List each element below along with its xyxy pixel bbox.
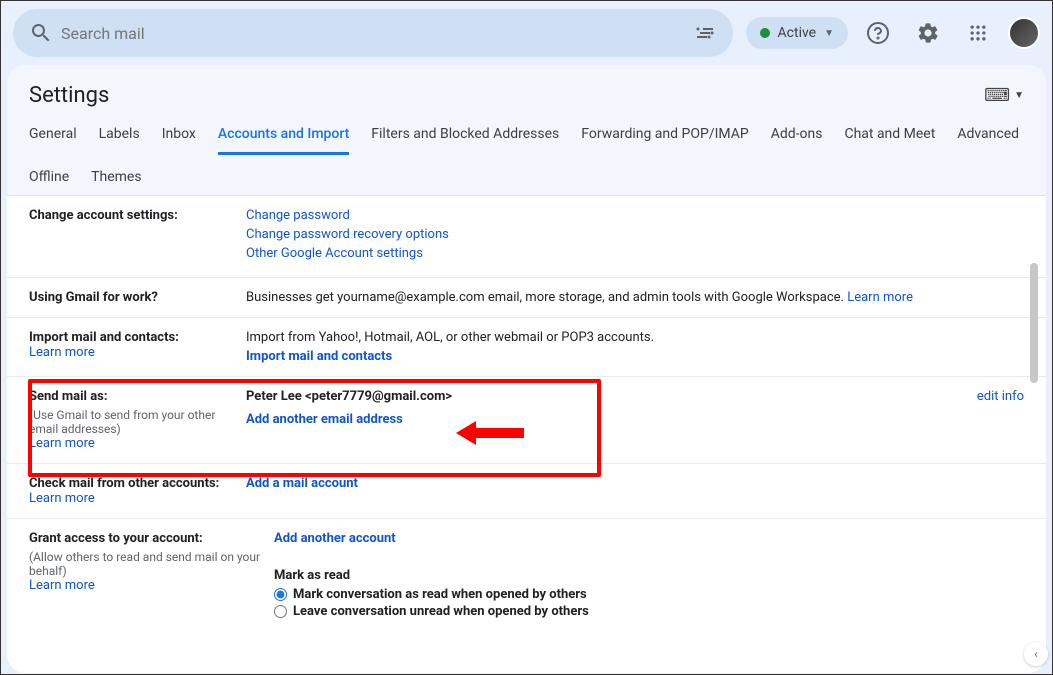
tab-filters[interactable]: Filters and Blocked Addresses: [371, 126, 559, 155]
settings-content: Change account settings: Change password…: [7, 195, 1046, 673]
link-learn-more-workspace[interactable]: Learn more: [847, 290, 913, 305]
status-dot-icon: [760, 28, 770, 38]
settings-button[interactable]: [908, 13, 948, 53]
tab-addons[interactable]: Add-ons: [771, 126, 823, 155]
section-subtitle: (Use Gmail to send from your other email…: [29, 408, 238, 436]
link-learn-more-grant[interactable]: Learn more: [29, 578, 95, 593]
chevron-down-icon: ▼: [1014, 90, 1024, 101]
link-add-another-account[interactable]: Add another account: [274, 531, 396, 546]
section-check-mail: Check mail from other accounts: Learn mo…: [7, 464, 1046, 519]
top-bar: Active ▼: [1, 1, 1052, 65]
settings-tabs: General Labels Inbox Accounts and Import…: [7, 108, 1046, 195]
tab-inbox[interactable]: Inbox: [162, 126, 196, 155]
keyboard-icon: ⌨: [984, 85, 1010, 106]
topbar-right: Active ▼: [746, 13, 1040, 53]
status-label: Active: [778, 25, 817, 41]
tab-chat-meet[interactable]: Chat and Meet: [844, 126, 935, 155]
chevron-down-icon: ▼: [824, 28, 834, 39]
link-learn-more-import[interactable]: Learn more: [29, 345, 95, 360]
tab-accounts-import[interactable]: Accounts and Import: [218, 126, 349, 155]
mark-as-read-heading: Mark as read: [274, 568, 1024, 583]
radio-mark-read[interactable]: [274, 588, 287, 601]
tab-offline[interactable]: Offline: [29, 169, 69, 195]
section-title: Send mail as:: [29, 389, 238, 404]
section-send-as: Send mail as: (Use Gmail to send from yo…: [7, 377, 1046, 464]
status-pill[interactable]: Active ▼: [746, 17, 848, 49]
search-input[interactable]: [61, 24, 685, 43]
link-recovery-options[interactable]: Change password recovery options: [246, 227, 449, 242]
section-title: Change account settings:: [29, 208, 178, 223]
settings-panel: Settings ⌨ ▼ General Labels Inbox Accoun…: [7, 65, 1046, 673]
import-text: Import from Yahoo!, Hotmail, AOL, or oth…: [246, 330, 1024, 345]
help-button[interactable]: [858, 13, 898, 53]
link-learn-more-sendas[interactable]: Learn more: [29, 436, 95, 451]
section-title: Grant access to your account:: [29, 531, 266, 546]
tab-advanced[interactable]: Advanced: [957, 126, 1019, 155]
section-title: Using Gmail for work?: [29, 290, 158, 305]
tab-themes[interactable]: Themes: [91, 169, 141, 195]
link-edit-info[interactable]: edit info: [977, 389, 1024, 404]
radio-mark-read-label: Mark conversation as read when opened by…: [293, 587, 587, 602]
link-import-mail-contacts[interactable]: Import mail and contacts: [246, 349, 392, 364]
section-change-account: Change account settings: Change password…: [7, 196, 1046, 278]
radio-leave-unread-label: Leave conversation unread when opened by…: [293, 604, 589, 619]
radio-leave-unread[interactable]: [274, 605, 287, 618]
apps-button[interactable]: [958, 13, 998, 53]
work-text: Businesses get yourname@example.com emai…: [246, 290, 844, 305]
section-grant-access: Grant access to your account: (Allow oth…: [7, 519, 1046, 631]
send-as-identity: Peter Lee <peter7779@gmail.com>: [246, 389, 957, 404]
scrollbar[interactable]: [1030, 263, 1038, 383]
link-add-mail-account[interactable]: Add a mail account: [246, 476, 358, 491]
section-title: Import mail and contacts:: [29, 330, 238, 345]
side-panel-toggle[interactable]: ‹: [1024, 642, 1048, 666]
section-work: Using Gmail for work? Businesses get you…: [7, 278, 1046, 318]
page-title: Settings: [29, 83, 109, 108]
section-subtitle: (Allow others to read and send mail on y…: [29, 550, 266, 578]
search-options-icon[interactable]: [693, 21, 717, 45]
search-icon: [29, 21, 53, 45]
search-box[interactable]: [13, 9, 733, 57]
tab-general[interactable]: General: [29, 126, 77, 155]
tab-labels[interactable]: Labels: [99, 126, 140, 155]
link-other-settings[interactable]: Other Google Account settings: [246, 246, 423, 261]
tab-forwarding[interactable]: Forwarding and POP/IMAP: [581, 126, 748, 155]
section-import: Import mail and contacts: Learn more Imp…: [7, 318, 1046, 377]
avatar[interactable]: [1008, 17, 1040, 49]
link-add-email-address[interactable]: Add another email address: [246, 412, 403, 427]
link-change-password[interactable]: Change password: [246, 208, 350, 223]
section-title: Check mail from other accounts:: [29, 476, 238, 491]
input-method-button[interactable]: ⌨ ▼: [984, 85, 1024, 106]
link-learn-more-checkmail[interactable]: Learn more: [29, 491, 95, 506]
